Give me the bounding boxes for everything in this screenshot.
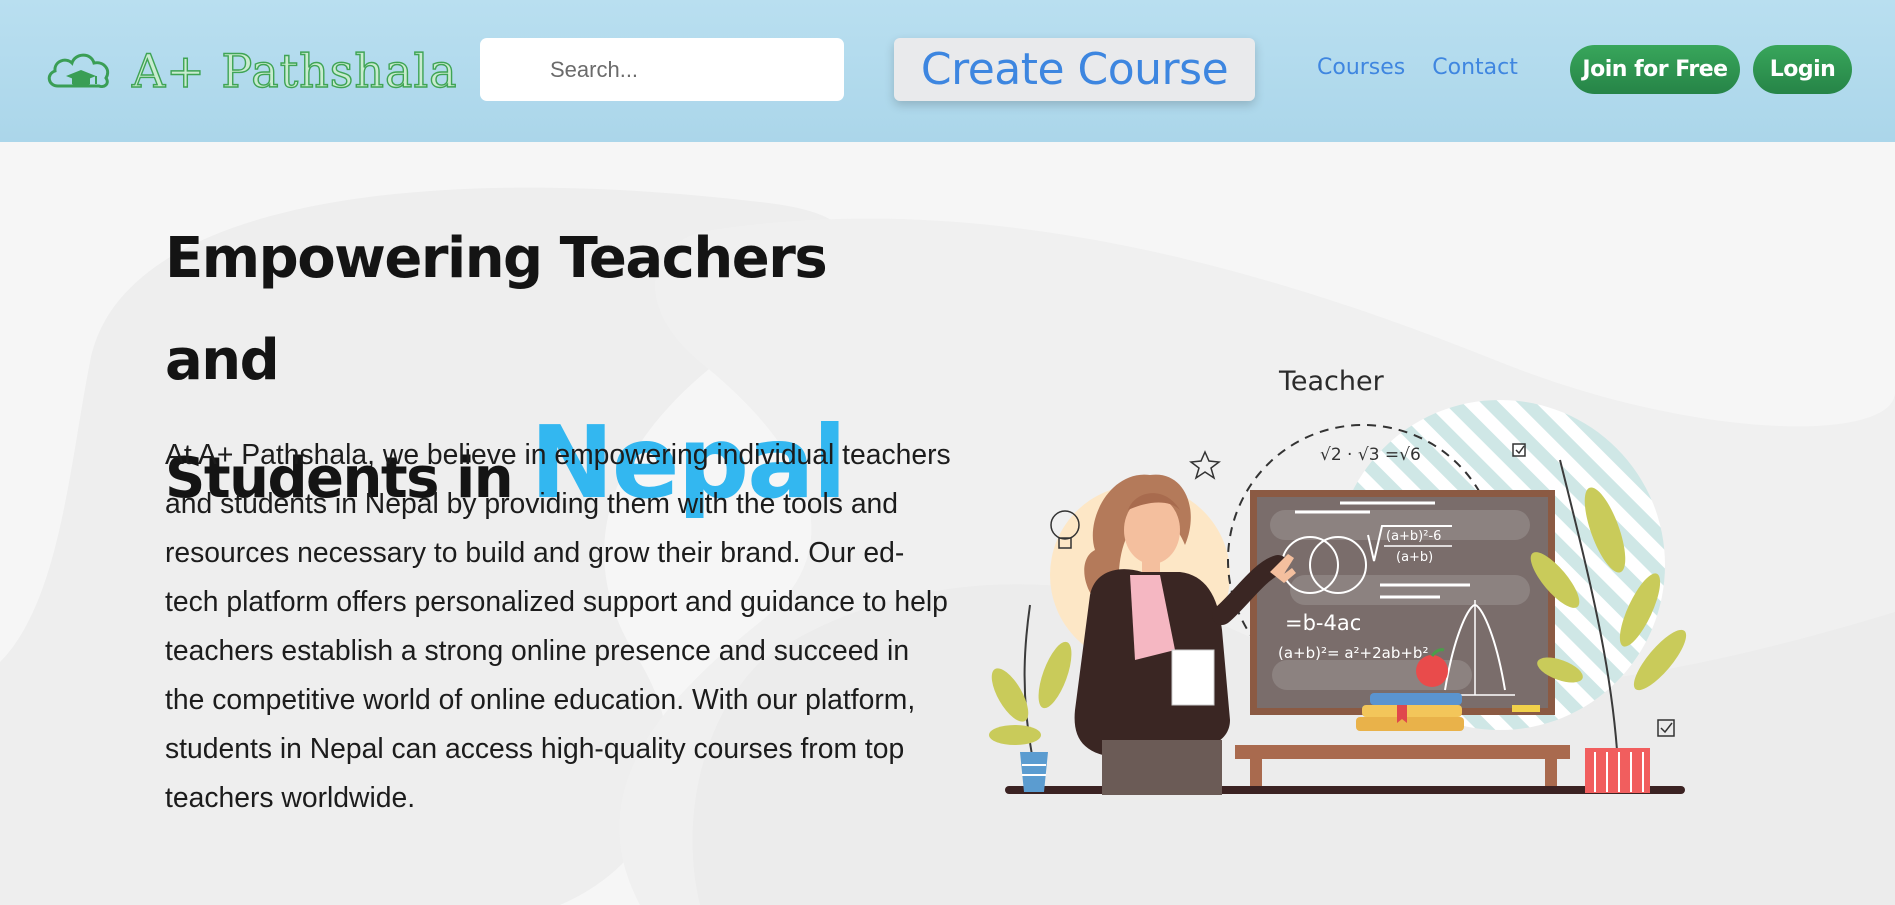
formula-fraction-numerator: (a+b)²-6 [1386,529,1441,544]
join-for-free-button[interactable]: Join for Free [1570,45,1740,94]
login-button[interactable]: Login [1753,45,1852,94]
plant-left [989,604,1072,792]
formula-fraction-denominator: (a+b) [1396,550,1433,565]
nav-link-courses[interactable]: Courses [1317,55,1405,80]
top-navbar: A+ Pathshala Create Course Courses Conta… [0,0,1895,142]
formula-quadratic: =b-4ac [1285,611,1361,635]
star-icon [1189,450,1221,480]
hero-description: At A+ Pathshala, we believe in empowerin… [165,438,951,813]
apple-icon [1416,655,1448,687]
logo-text: A+ Pathshala [131,43,458,98]
book [1356,717,1464,731]
formula-expansion: (a+b)²= a²+2ab+b² [1278,644,1428,662]
nav-link-contact[interactable]: Contact [1432,55,1518,80]
headline-line-1: Empowering Teachers and [165,226,828,393]
teacher-illustration: Teacher √2 · √3 =√6 (a+b)²-6 (a+b) =b-4a… [989,366,1687,795]
site-logo[interactable]: A+ Pathshala [44,43,458,99]
formula-top: √2 · √3 =√6 [1320,445,1421,465]
checkbox-icon [1657,719,1675,737]
search-input[interactable] [480,38,844,101]
book [1370,693,1462,705]
illustration-caption: Teacher [1278,366,1385,397]
book [1362,705,1462,717]
desk [1235,745,1570,759]
main-nav: Courses Contact [1317,55,1545,80]
graduation-cloud-icon [47,53,110,88]
create-course-button[interactable]: Create Course [894,38,1255,101]
